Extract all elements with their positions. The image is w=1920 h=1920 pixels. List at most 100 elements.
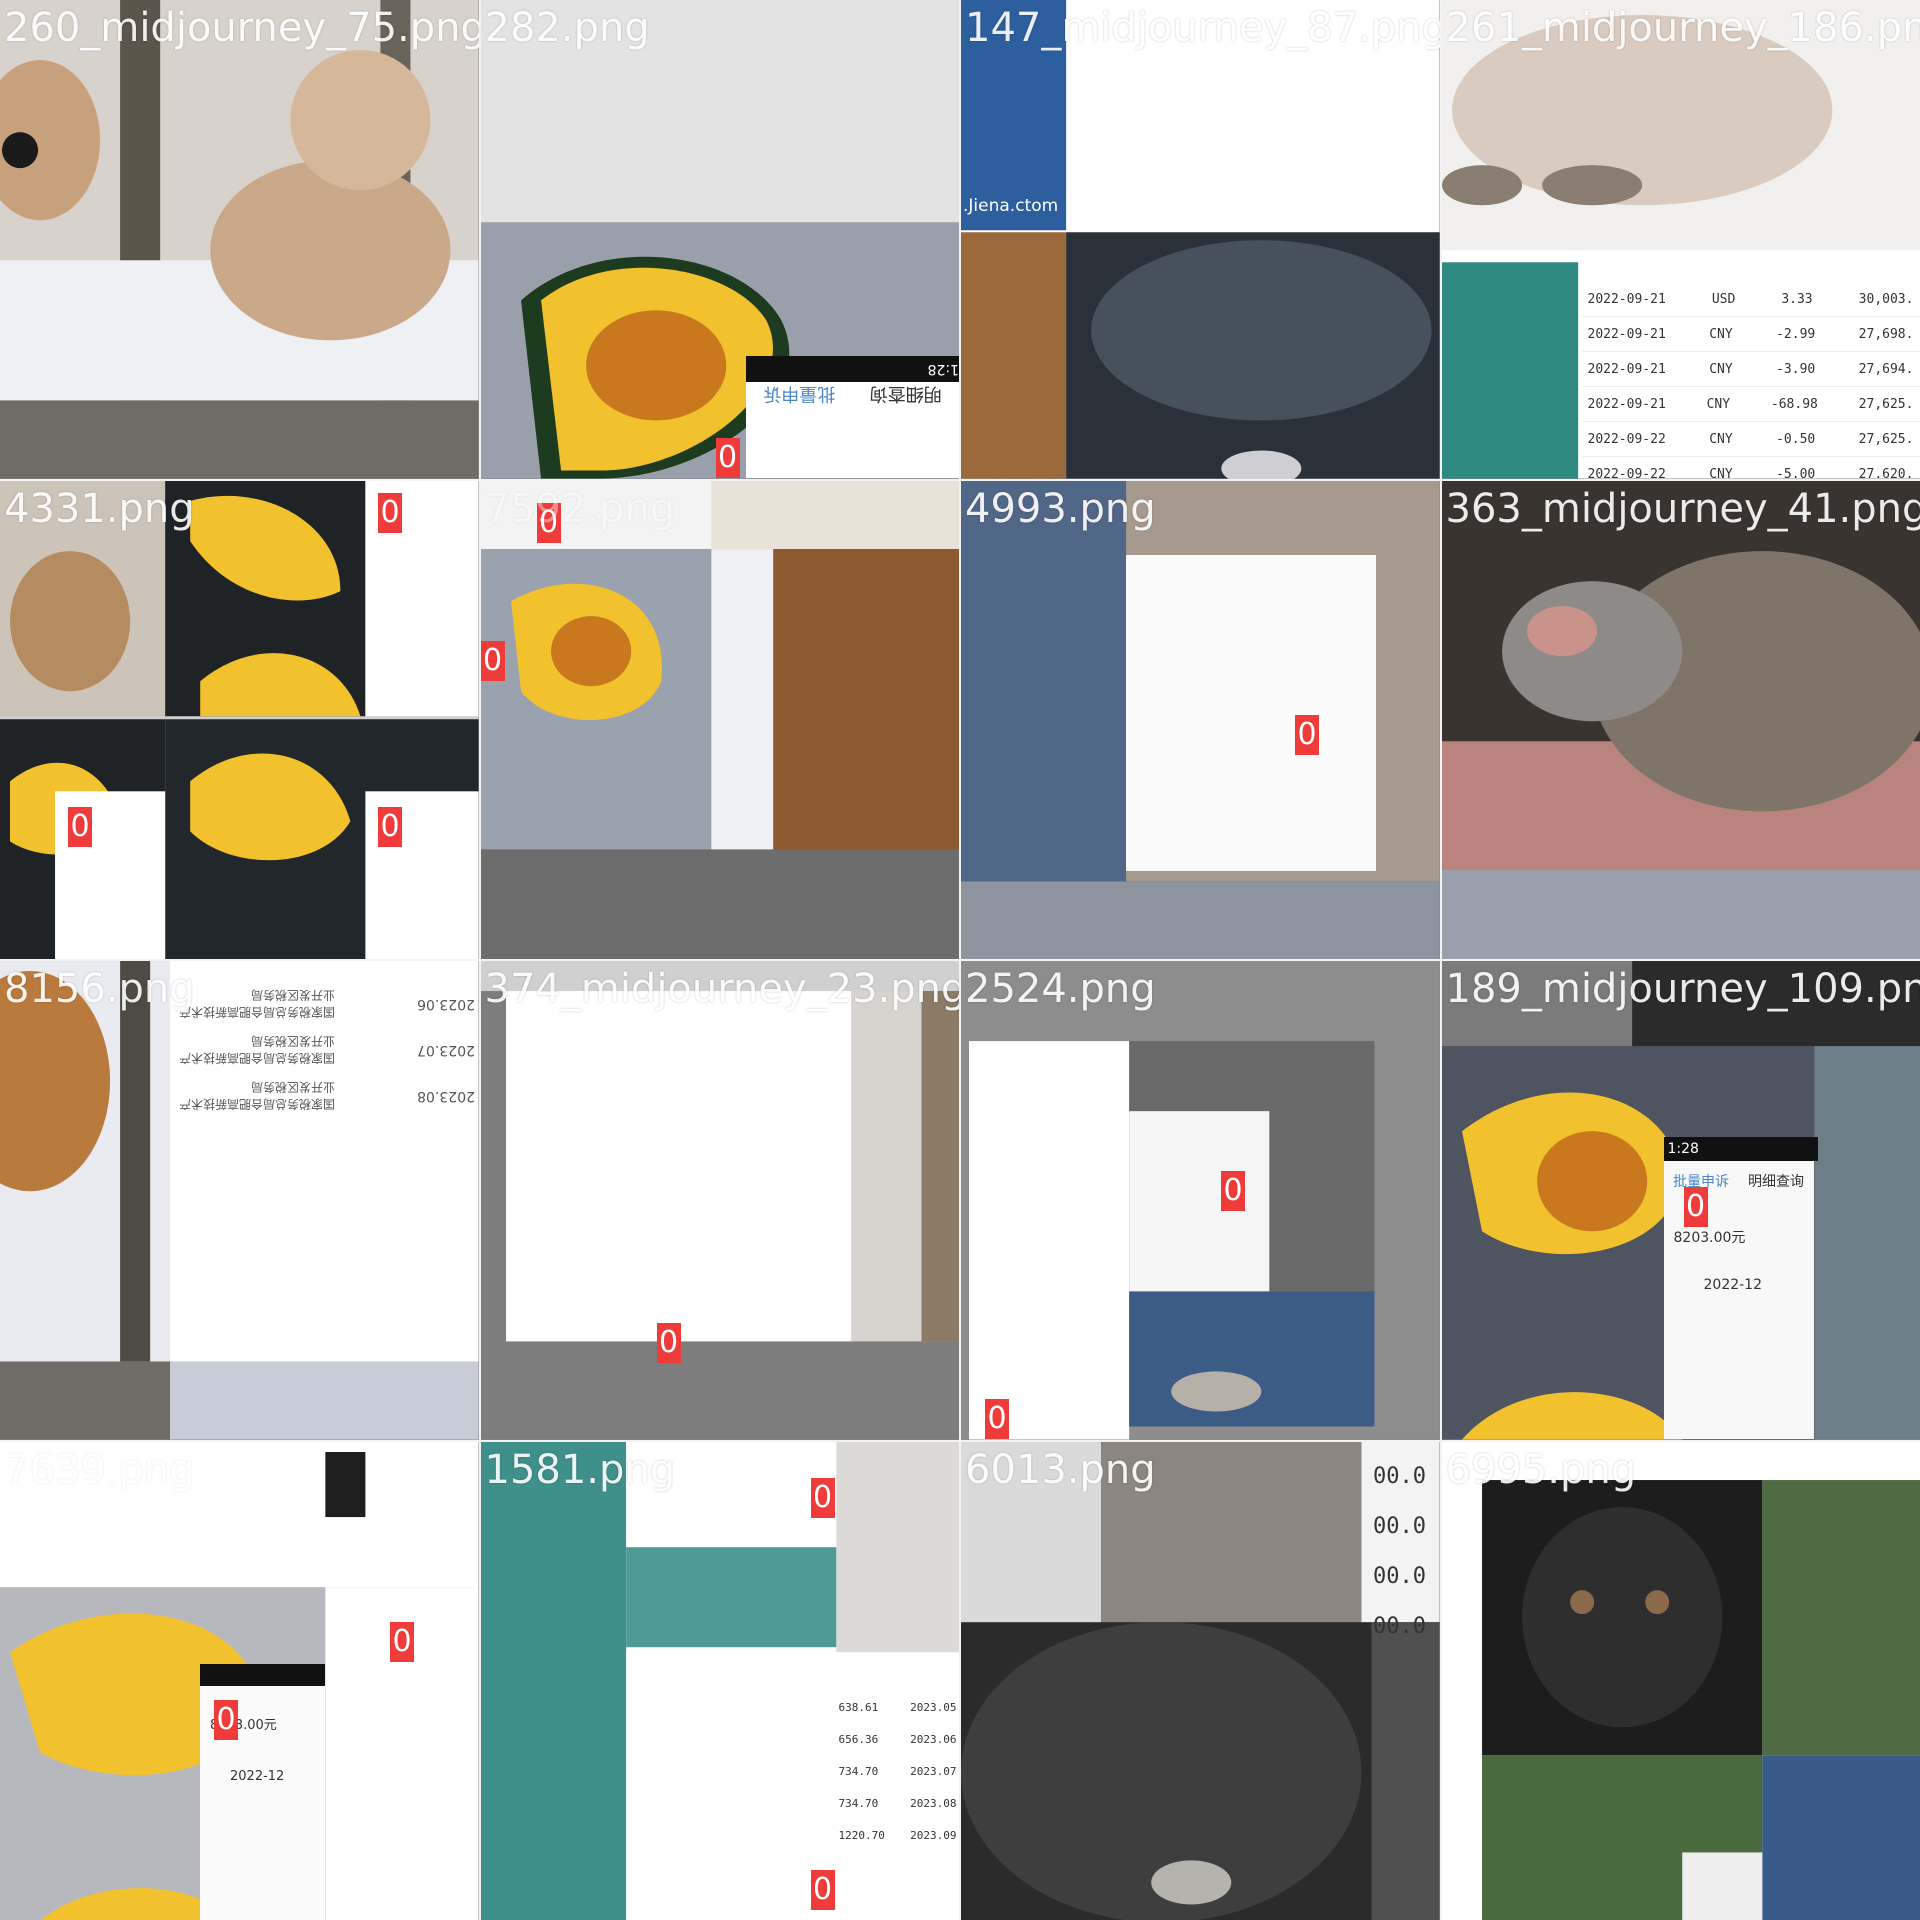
ledger-cell-cur: CNY — [1709, 361, 1733, 377]
count-badge: 0 — [378, 492, 402, 533]
tax-list: 2023.06 国家税务总局合肥高新技术产业开发区税务局 2023.07 国家税务总局… — [175, 981, 475, 1119]
count-badge: 0 — [985, 1399, 1009, 1439]
tile-2[interactable]: .Jiena.ctom 147_midjourney_87.png — [961, 0, 1440, 479]
doc-photo-image — [961, 961, 1440, 1440]
ledger-cell-cur: CNY — [1709, 326, 1733, 342]
tile-1[interactable]: 1:28 明细查询 批量申诉 0 282.png — [480, 0, 959, 479]
tax-row: 2023.07 国家税务总局合肥高新技术产业开发区税务局 — [175, 1027, 475, 1073]
count-badge: 0 — [1221, 1171, 1245, 1211]
count-badge: 0 — [810, 1869, 835, 1910]
tile-10[interactable]: 0 0 2524.png — [961, 961, 1440, 1440]
phone-status-bar — [200, 1663, 325, 1686]
income-cell-period: 2023.07 — [910, 1765, 957, 1778]
count-badge: 0 — [214, 1699, 238, 1740]
zero-value: 00.0 — [1373, 1513, 1426, 1539]
income-row: 734.70 2023.07 — [839, 1756, 957, 1788]
income-cell-period: 2023.06 — [910, 1733, 957, 1746]
ledger-cell-cur: USD — [1711, 291, 1736, 307]
phone-status-bar: 1:28 — [1663, 1137, 1818, 1161]
ledger-cell-bal: 27,694. — [1858, 361, 1914, 377]
tile-4[interactable]: 0 0 0 4331.png — [0, 480, 479, 959]
tile-7[interactable]: 363_midjourney_41.png — [1441, 480, 1920, 959]
tax-authority: 国家税务总局合肥高新技术产业开发区税务局 — [178, 988, 335, 1019]
income-row: 734.70 2023.08 — [839, 1788, 957, 1820]
phone-status-bar: 1:28 — [745, 356, 959, 382]
zero-list: 00.0 00.0 00.0 00.0 — [1373, 1452, 1435, 1652]
income-cell-amt: 656.36 — [838, 1733, 879, 1746]
water-monkey-image — [961, 0, 1440, 479]
zero-value: 00.0 — [1373, 1563, 1426, 1589]
phone-time: 1:28 — [1667, 1141, 1699, 1157]
tile-15[interactable]: 6995.png — [1441, 1441, 1920, 1920]
ledger-cell-amt: -68.98 — [1770, 396, 1818, 412]
ledger-row: 2022-09-21 CNY -2.99 27,698. — [1581, 317, 1920, 352]
count-badge: 0 — [68, 806, 92, 847]
count-badge: 0 — [656, 1323, 681, 1363]
ledger-cell-bal: 27,620. — [1858, 466, 1914, 479]
count-badge: 0 — [715, 438, 740, 478]
dog-snow-image — [0, 0, 479, 479]
tile-3[interactable]: 2022-09-21 USD 3.33 30,003. 2022-09-21 CNY -2.… — [1441, 0, 1920, 479]
tax-authority: 国家税务总局合肥高新技术产业开发区税务局 — [178, 1080, 335, 1111]
watermark-text: .Jiena.ctom — [963, 196, 1059, 216]
count-badge: 0 — [480, 640, 505, 681]
ledger-cell-amt: -0.50 — [1776, 431, 1816, 447]
zero-value: 00.0 — [1373, 1613, 1426, 1639]
table-wood-image — [480, 961, 959, 1440]
tile-13[interactable]: 0 0 638.61 2023.05 656.36 2023.06 734.70 2023… — [480, 1441, 959, 1920]
image-grid: 260_midjourney_75.png 1:28 明细查询 批量申诉 0 2… — [0, 0, 1920, 1920]
gibbon-forest-image — [1441, 1441, 1920, 1920]
collage-image — [0, 480, 479, 959]
ledger-table: 2022-09-21 USD 3.33 30,003. 2022-09-21 CNY -2.… — [1581, 262, 1920, 479]
tile-8[interactable]: 2023.06 国家税务总局合肥高新技术产业开发区税务局 2023.07 国家税务总局… — [0, 961, 479, 1440]
tile-0[interactable]: 260_midjourney_75.png — [0, 0, 479, 479]
monkey-closeup-image — [961, 1441, 1440, 1920]
tile-6[interactable]: 0 4993.png — [961, 480, 1440, 959]
income-cell-amt: 638.61 — [838, 1701, 879, 1714]
count-badge: 0 — [810, 1477, 835, 1518]
ledger-cell-date: 2022-09-21 — [1587, 291, 1666, 307]
phone-time: 1:28 — [927, 361, 959, 377]
tax-date: 2023.07 — [417, 1042, 475, 1058]
armadillo-image — [1441, 480, 1920, 959]
income-cell-period: 2023.05 — [910, 1701, 957, 1714]
statement-table — [1126, 554, 1376, 871]
income-cell-period: 2023.08 — [910, 1797, 957, 1810]
ledger-cell-amt: -5.00 — [1776, 466, 1816, 479]
ledger-cell-amt: -3.90 — [1776, 361, 1816, 377]
ledger-row: 2022-09-21 CNY -68.98 27,625. — [1581, 387, 1920, 422]
ledger-row: 2022-09-22 CNY -0.50 27,625. — [1581, 422, 1920, 457]
phone-tab-inactive[interactable]: 明细查询 — [1748, 1171, 1804, 1191]
count-badge: 0 — [378, 806, 402, 847]
tax-authority: 国家税务总局合肥高新技术产业开发区税务局 — [178, 1034, 335, 1065]
income-list: 638.61 2023.05 656.36 2023.06 734.70 2023.07 7… — [839, 1692, 957, 1852]
ledger-cell-date: 2022-09-21 — [1587, 326, 1666, 342]
zero-value: 00.0 — [1373, 1463, 1426, 1489]
ledger-cell-date: 2022-09-21 — [1587, 396, 1666, 412]
ledger-cell-cur: CNY — [1706, 396, 1731, 412]
tile-11[interactable]: 1:28 批量申诉 明细查询 8203.00元 2022-12 0 189_mi… — [1441, 961, 1920, 1440]
phone-tab-inactive[interactable]: 明细查询 — [869, 382, 941, 408]
shell-wood-image — [480, 480, 959, 959]
ledger-cell-bal: 27,625. — [1858, 431, 1914, 447]
tile-12[interactable]: 8203.00元 2022-12 0 0 7639.png — [0, 1441, 479, 1920]
income-row: 1220.70 2023.09 — [839, 1820, 957, 1852]
ledger-cell-cur: CNY — [1709, 431, 1733, 447]
ledger-cell-date: 2022-09-22 — [1587, 466, 1666, 479]
tax-row: 2023.06 国家税务总局合肥高新技术产业开发区税务局 — [175, 981, 475, 1027]
income-cell-amt: 734.70 — [838, 1797, 879, 1810]
count-badge: 0 — [390, 1621, 414, 1662]
count-badge: 0 — [1683, 1187, 1708, 1227]
phone-month: 2022-12 — [230, 1768, 285, 1784]
ledger-row: 2022-09-21 USD 3.33 30,003. — [1581, 282, 1920, 317]
tax-date: 2023.08 — [417, 1088, 475, 1104]
ledger-cell-amt: -2.99 — [1776, 326, 1816, 342]
tile-14[interactable]: 00.0 00.0 00.0 00.0 6013.png — [961, 1441, 1440, 1920]
tile-9[interactable]: 0 374_midjourney_23.png — [480, 961, 959, 1440]
ledger-cell-bal: 27,698. — [1858, 326, 1914, 342]
phone-tab-active[interactable]: 批量申诉 — [763, 382, 835, 408]
income-cell-period: 2023.09 — [910, 1829, 957, 1842]
tile-5[interactable]: 0 0 7592.png — [480, 480, 959, 959]
count-badge: 0 — [536, 502, 561, 543]
ledger-row: 2022-09-22 CNY -5.00 27,620. — [1582, 457, 1920, 479]
